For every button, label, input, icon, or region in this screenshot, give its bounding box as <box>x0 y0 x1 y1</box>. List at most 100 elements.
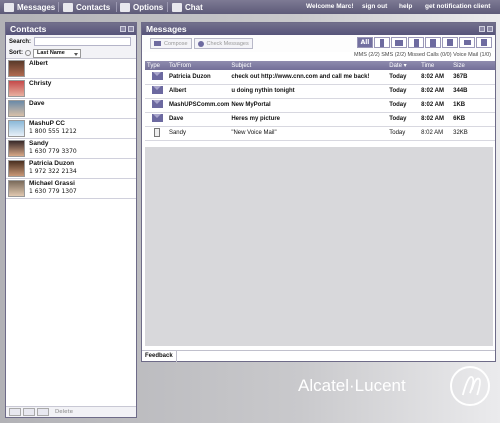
sort-row: Sort: Last Name <box>6 48 136 59</box>
feedback-tab[interactable]: Feedback <box>142 350 177 362</box>
help-link[interactable]: help <box>399 3 412 10</box>
filter-download-button[interactable] <box>442 37 458 48</box>
message-from: Albert <box>166 84 230 99</box>
minimize-icon[interactable] <box>479 26 485 32</box>
filter-attachment-button[interactable] <box>374 37 390 48</box>
column-header-from[interactable]: To/From <box>166 61 230 70</box>
filter-sms-button[interactable] <box>391 37 407 48</box>
maximize-icon[interactable] <box>128 26 134 32</box>
filter-voicemail-button[interactable] <box>425 37 441 48</box>
table-header-row: Type To/From Subject Date ▾ Time Size <box>145 61 495 70</box>
message-size: 344B <box>451 84 495 99</box>
voicemail-count: Voice Mail (1/0) <box>453 52 491 58</box>
check-messages-button[interactable]: Check Messages <box>193 38 253 49</box>
nav-messages[interactable]: Messages <box>4 1 55 13</box>
column-header-type[interactable]: Type <box>145 61 167 70</box>
contact-phone: 1 630 779 3370 <box>29 148 77 155</box>
contact-name: Patricia Duzon <box>29 160 75 167</box>
download-icon <box>447 39 453 46</box>
archive-icon <box>463 40 471 45</box>
message-date: Today <box>387 112 420 127</box>
alcatel-lucent-logo-text: Alcatel·Lucent <box>298 376 406 395</box>
table-row[interactable]: MashUPSComm.com New MyPortal Today 8:02 … <box>145 98 495 113</box>
message-from: MashUPSComm.com <box>166 98 230 113</box>
filter-archive-button[interactable] <box>459 37 475 48</box>
edit-contact-icon[interactable] <box>37 408 49 416</box>
alcatel-lucent-logo-icon <box>450 366 490 406</box>
messages-panel: Messages Compose Check Messages All MMS … <box>141 22 496 362</box>
contact-phone: 1 800 555 1212 <box>29 128 77 135</box>
table-row[interactable]: Patricia Duzon check out http://www.cnn.… <box>145 70 495 85</box>
message-subject: check out http://www.cnn.com and call me… <box>229 70 388 85</box>
search-row: Search: <box>6 35 136 48</box>
check-messages-label: Check Messages <box>206 40 249 47</box>
table-row[interactable]: Albert u doing nythin tonight Today 8:02… <box>145 84 495 99</box>
contact-item-mashup-cc[interactable]: MashuP CC 1 800 555 1212 <box>6 119 136 139</box>
delete-button[interactable]: Delete <box>55 409 73 415</box>
nav-divider <box>167 2 168 12</box>
add-contact-icon[interactable] <box>9 408 21 416</box>
compose-label: Compose <box>164 40 188 47</box>
gear-icon[interactable] <box>25 50 31 56</box>
table-row[interactable]: Sandy "New Voice Mail" Today 8:02 AM 32K… <box>145 126 495 141</box>
contact-name: Albert <box>29 60 48 67</box>
contacts-header: Contacts <box>6 23 136 35</box>
messages-header: Messages <box>142 23 495 35</box>
messages-title: Messages <box>146 24 187 34</box>
contact-name: Michael Grassi <box>29 180 75 187</box>
table-row[interactable]: Dave Heres my picture Today 8:02 AM 6KB <box>145 112 495 127</box>
column-header-date[interactable]: Date ▾ <box>387 61 420 70</box>
nav-messages-label: Messages <box>17 2 56 12</box>
avatar <box>8 80 25 97</box>
column-header-size[interactable]: Size <box>451 61 495 70</box>
nav-divider <box>116 2 117 12</box>
contact-search-input[interactable] <box>34 37 132 46</box>
message-counts: MMS (2/2) SMS (2/2) Missed Calls (0/0) V… <box>142 52 495 61</box>
voicemail-icon <box>430 38 436 47</box>
add-group-icon[interactable] <box>23 408 35 416</box>
avatar <box>8 60 25 77</box>
sms-count: SMS (2/2) <box>381 52 407 58</box>
welcome-text: Welcome Marc! <box>306 3 354 10</box>
nav-options-label: Options <box>133 2 164 12</box>
filter-all-button[interactable]: All <box>357 37 373 48</box>
message-size: 32KB <box>451 126 495 141</box>
contact-item-patricia-duzon[interactable]: Patricia Duzon 1 972 322 2134 <box>6 159 136 179</box>
nav-contacts-label: Contacts <box>76 2 111 12</box>
message-time: 8:02 AM <box>419 98 452 113</box>
message-date: Today <box>387 126 420 141</box>
message-time: 8:02 AM <box>419 84 452 99</box>
sign-out-link[interactable]: sign out <box>362 3 387 10</box>
compose-icon <box>154 41 161 46</box>
message-time: 8:02 AM <box>419 70 452 85</box>
filter-phone-button[interactable] <box>408 37 424 48</box>
contact-item-sandy[interactable]: Sandy 1 630 779 3370 <box>6 139 136 159</box>
contact-item-albert[interactable]: Albert <box>6 59 136 79</box>
contact-item-christy[interactable]: Christy <box>6 79 136 99</box>
column-header-subject[interactable]: Subject <box>229 61 388 70</box>
messages-toolbar: Compose Check Messages All <box>142 35 495 52</box>
contact-item-dave[interactable]: Dave <box>6 99 136 119</box>
message-subject: u doing nythin tonight <box>229 84 388 99</box>
nav-chat[interactable]: Chat <box>172 1 203 13</box>
nav-contacts[interactable]: Contacts <box>63 1 110 13</box>
notification-client-link[interactable]: get notification client <box>425 3 490 10</box>
contact-phone: 1 972 322 2134 <box>29 168 77 175</box>
chat-bubble-icon <box>172 2 182 12</box>
column-header-time[interactable]: Time <box>419 61 452 70</box>
contact-phone: 1 630 779 1307 <box>29 188 77 195</box>
compose-button[interactable]: Compose <box>150 38 192 49</box>
filter-delete-button[interactable] <box>476 37 492 48</box>
maximize-icon[interactable] <box>487 26 493 32</box>
message-date: Today <box>387 70 420 85</box>
message-from: Patricia Duzon <box>166 70 230 85</box>
nav-options[interactable]: Options <box>120 1 163 13</box>
sort-select[interactable]: Last Name <box>33 48 81 58</box>
message-size: 367B <box>451 70 495 85</box>
message-from: Sandy <box>166 126 230 141</box>
minimize-icon[interactable] <box>120 26 126 32</box>
contact-item-michael-grassi[interactable]: Michael Grassi 1 630 779 1307 <box>6 179 136 199</box>
contact-name: MashuP CC <box>29 120 65 127</box>
checkmark-icon <box>120 2 130 12</box>
envelope-icon <box>4 2 14 12</box>
